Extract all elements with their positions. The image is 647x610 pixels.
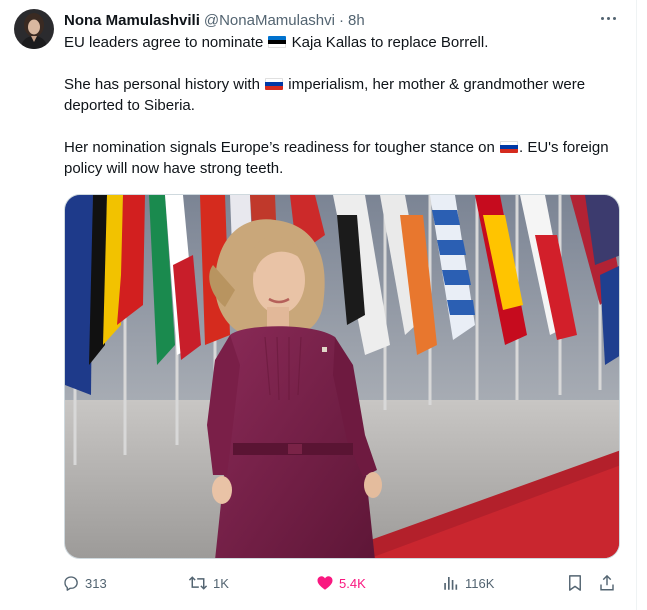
tweet-card[interactable]: Nona Mamulashvili @NonaMamulashvi · 8h E… bbox=[0, 0, 647, 610]
bookmark-icon bbox=[569, 575, 581, 591]
share-upload-icon bbox=[600, 574, 614, 591]
dot bbox=[612, 16, 616, 20]
heart-icon bbox=[317, 576, 333, 590]
tweet-paragraph-2: She has personal history with imperialis… bbox=[64, 74, 624, 116]
tweet-text: She has personal history with bbox=[64, 76, 265, 93]
three-dots-icon bbox=[600, 16, 604, 20]
bookmark-button[interactable] bbox=[566, 570, 584, 596]
timestamp[interactable]: 8h bbox=[348, 12, 365, 29]
repost-arrows-icon bbox=[188, 576, 208, 590]
tweet-paragraph-3: Her nomination signals Europe’s readines… bbox=[64, 137, 624, 179]
tweet-paragraph-1: EU leaders agree to nominate Kaja Kallas… bbox=[64, 32, 624, 53]
repost-button[interactable]: 1K bbox=[188, 570, 229, 596]
views-button[interactable]: 116K bbox=[442, 570, 494, 596]
like-button[interactable]: 5.4K bbox=[316, 570, 366, 596]
author-handle[interactable]: @NonaMamulashvi bbox=[204, 12, 335, 29]
repost-count: 1K bbox=[213, 575, 229, 591]
estonia-flag-icon bbox=[268, 36, 287, 48]
tweet-actions: 313 1K 5.4K 116K bbox=[60, 570, 626, 596]
tweet-text: Kaja Kallas to replace Borrell. bbox=[287, 34, 489, 51]
bar-chart-icon bbox=[444, 577, 458, 590]
avatar-image bbox=[14, 9, 54, 49]
tweet-header: Nona Mamulashvili @NonaMamulashvi · 8h bbox=[64, 10, 365, 30]
share-button[interactable] bbox=[598, 570, 616, 596]
avatar[interactable] bbox=[14, 9, 54, 49]
tweet-text: Her nomination signals Europe’s readines… bbox=[64, 139, 499, 156]
timeline-border bbox=[636, 0, 637, 610]
views-count: 116K bbox=[465, 575, 495, 591]
dot bbox=[606, 16, 610, 20]
like-count: 5.4K bbox=[339, 575, 366, 591]
tweet-text: EU leaders agree to nominate bbox=[64, 34, 268, 51]
tweet-photo[interactable] bbox=[64, 194, 620, 559]
reply-count: 313 bbox=[85, 575, 107, 591]
speech-bubble-icon bbox=[64, 576, 78, 591]
header-separator: · bbox=[339, 11, 344, 29]
photo-image bbox=[65, 195, 619, 558]
reply-button[interactable]: 313 bbox=[62, 570, 107, 596]
author-name[interactable]: Nona Mamulashvili bbox=[64, 12, 200, 29]
more-options-button[interactable] bbox=[596, 8, 620, 28]
russia-flag-icon bbox=[265, 78, 284, 90]
russia-flag-icon bbox=[499, 141, 518, 153]
